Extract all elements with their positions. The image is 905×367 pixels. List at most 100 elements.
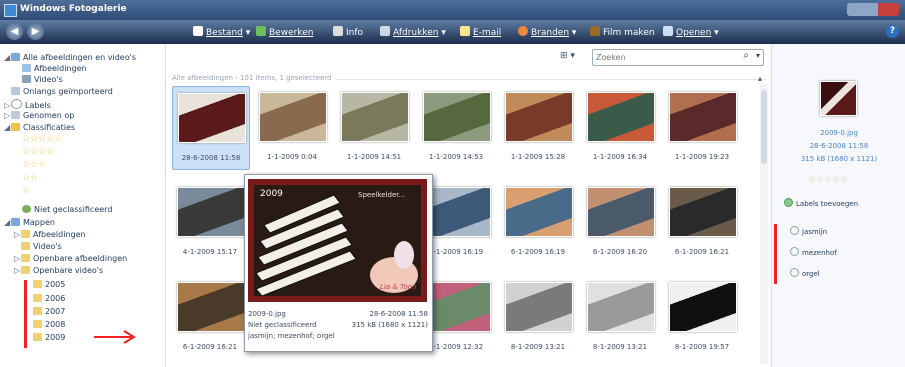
sidebar-item-labels[interactable]: ▷ Labels: [4, 99, 51, 110]
gallery-icon: [11, 53, 20, 61]
photo-thumbnail[interactable]: 6-1-2009 16:21: [172, 276, 248, 358]
scrollbar[interactable]: [760, 84, 768, 364]
thumbnail-image: [587, 92, 655, 142]
info-label: Info: [346, 28, 364, 38]
make-movie-button[interactable]: Film maken: [590, 26, 655, 38]
burn-menu[interactable]: Branden ▾: [518, 26, 576, 38]
sidebar-item-taken-on[interactable]: ▷ Genomen op: [4, 111, 74, 120]
search-icon[interactable]: ⌕: [743, 50, 749, 61]
photo-thumbnail[interactable]: 1-1-2009 19:23: [664, 86, 740, 168]
print-menu[interactable]: Afdrukken ▾: [380, 26, 446, 38]
preview-size: 315 kB (1680 x 1121): [351, 321, 428, 329]
film-icon: [590, 26, 600, 36]
photo-thumbnail[interactable]: 6-1-2009 16:19: [500, 181, 576, 263]
sidebar-item-label: 2009: [45, 333, 66, 342]
sidebar-folder-2008[interactable]: 2008: [33, 320, 65, 329]
sidebar-item-not-rated[interactable]: Niet geclassificeerd: [22, 205, 112, 214]
sidebar-item-label: Genomen op: [23, 111, 75, 120]
photo-thumbnail[interactable]: 4-1-2009 15:17: [172, 181, 248, 263]
annotation-bar: [774, 224, 777, 284]
thumbnail-caption: 8-1-2009 13:21: [592, 343, 648, 351]
sidebar-item-public-images[interactable]: ▷ Openbare afbeeldingen: [14, 254, 127, 263]
thumbnail-caption: 6-1-2009 16:20: [592, 248, 648, 256]
email-button[interactable]: E-mail: [460, 26, 501, 38]
folder-icon: [21, 230, 30, 238]
folders-icon: [11, 218, 20, 226]
thumbnail-caption: 8-1-2009 13:21: [510, 343, 566, 351]
sidebar-folder-2006[interactable]: 2006: [33, 294, 65, 303]
photo-thumbnail[interactable]: 8-1-2009 13:21: [500, 276, 576, 358]
organ-keys-image: [254, 185, 421, 296]
sidebar-folder-2005[interactable]: 2005: [33, 280, 65, 289]
images-icon: [22, 64, 31, 72]
preview-tags: jasmijn; mezenhof; orgel: [248, 332, 335, 340]
back-button[interactable]: ◀: [6, 23, 23, 40]
expand-icon: ▷: [14, 254, 21, 263]
rating-3-stars[interactable]: ☆☆☆: [22, 160, 46, 170]
open-menu[interactable]: Openen ▾: [663, 26, 719, 38]
sidebar-item-label: Video's: [34, 75, 63, 84]
search-box[interactable]: ⌕ ▾: [592, 49, 764, 66]
photo-thumbnail[interactable]: 28-6-2008 11:58: [172, 86, 250, 170]
info-filename[interactable]: 2009-0.jpg: [772, 129, 905, 137]
sidebar-item-folder-videos[interactable]: Video's: [21, 242, 62, 251]
photo-thumbnail[interactable]: 1-1-2009 0:04: [254, 86, 330, 168]
photo-thumbnail[interactable]: 1-1-2009 15:28: [500, 86, 576, 168]
photo-thumbnail[interactable]: 8-1-2009 19:57: [664, 276, 740, 358]
info-button[interactable]: Info: [333, 26, 363, 38]
calendar-icon: [11, 111, 20, 119]
star-icon: [11, 123, 20, 131]
sidebar-folder-2007[interactable]: 2007: [33, 307, 65, 316]
hover-preview: 2009 Speelkelder... Lia & Toon 2009-0.jp…: [244, 174, 433, 352]
forward-button[interactable]: ▶: [27, 23, 44, 40]
folder-icon: [21, 254, 30, 262]
help-icon[interactable]: ?: [886, 25, 899, 38]
rating-1-star[interactable]: ☆: [22, 186, 30, 196]
sidebar-item-folder-images[interactable]: ▷ Afbeeldingen: [14, 230, 86, 239]
search-input[interactable]: [596, 51, 726, 63]
photo-thumbnail[interactable]: 1-1-2009 16:34: [582, 86, 658, 168]
collapse-icon[interactable]: ▴: [758, 74, 762, 83]
sidebar-folder-2009[interactable]: 2009: [33, 333, 65, 342]
search-dropdown-icon[interactable]: ▾: [756, 51, 760, 60]
make-movie-label: Film maken: [603, 28, 655, 38]
sidebar-item-images[interactable]: Afbeeldingen: [22, 64, 87, 73]
photo-thumbnail[interactable]: 6-1-2009 16:21: [664, 181, 740, 263]
info-rating-stars[interactable]: ☆☆☆☆☆: [808, 175, 848, 185]
window-title: Windows Fotogalerie: [20, 4, 127, 14]
info-datetime[interactable]: 28-6-2008 11:58: [772, 142, 905, 150]
thumbnail-caption: 4-1-2009 15:17: [182, 248, 238, 256]
tag-item-orgel[interactable]: orgel: [790, 268, 820, 278]
navigation-pane: ◢ Alle afbeeldingen en video's Afbeelding…: [0, 44, 166, 367]
rating-2-stars[interactable]: ☆☆: [22, 173, 38, 183]
photo-thumbnail[interactable]: 6-1-2009 16:20: [582, 181, 658, 263]
sidebar-item-public-videos[interactable]: ▷ Openbare video's: [14, 266, 103, 275]
print-label: Afdrukken: [393, 28, 439, 38]
folder-icon: [33, 294, 42, 302]
photo-thumbnail[interactable]: 1-1-2009 14:51: [336, 86, 412, 168]
rating-5-stars[interactable]: ☆☆☆☆☆: [22, 134, 62, 144]
window-controls[interactable]: [847, 3, 899, 16]
email-icon: [460, 26, 470, 36]
tag-item-jasmijn[interactable]: jasmijn: [790, 226, 827, 236]
folder-icon: [33, 320, 42, 328]
sidebar-item-recent[interactable]: Onlangs geïmporteerd: [11, 87, 113, 96]
photo-thumbnail[interactable]: 8-1-2009 13:21: [582, 276, 658, 358]
edit-button[interactable]: Bewerken: [256, 26, 313, 38]
thumbnail-image: [669, 187, 737, 237]
sidebar-item-ratings[interactable]: ◢ Classificaties: [4, 123, 75, 132]
thumbnail-caption: 1-1-2009 14:53: [428, 153, 484, 161]
scrollbar-thumb[interactable]: [761, 90, 767, 164]
thumbnail-caption: 6-1-2009 16:21: [674, 248, 730, 256]
photo-thumbnail[interactable]: 1-1-2009 14:53: [418, 86, 494, 168]
sidebar-item-folders[interactable]: ◢ Mappen: [4, 218, 55, 227]
tag-item-mezenhof[interactable]: mezenhof: [790, 247, 837, 257]
sidebar-item-all[interactable]: ◢ Alle afbeeldingen en video's: [4, 53, 136, 62]
view-options-icon[interactable]: ⊞ ▾: [560, 51, 575, 61]
sidebar-item-videos[interactable]: Video's: [22, 75, 63, 84]
selected-thumbnail: [820, 81, 857, 116]
file-menu[interactable]: Bestand ▾: [193, 26, 250, 38]
folder-icon: [33, 280, 42, 288]
add-tags-link[interactable]: Labels toevoegen: [784, 198, 858, 208]
rating-4-stars[interactable]: ☆☆☆☆: [22, 147, 54, 157]
